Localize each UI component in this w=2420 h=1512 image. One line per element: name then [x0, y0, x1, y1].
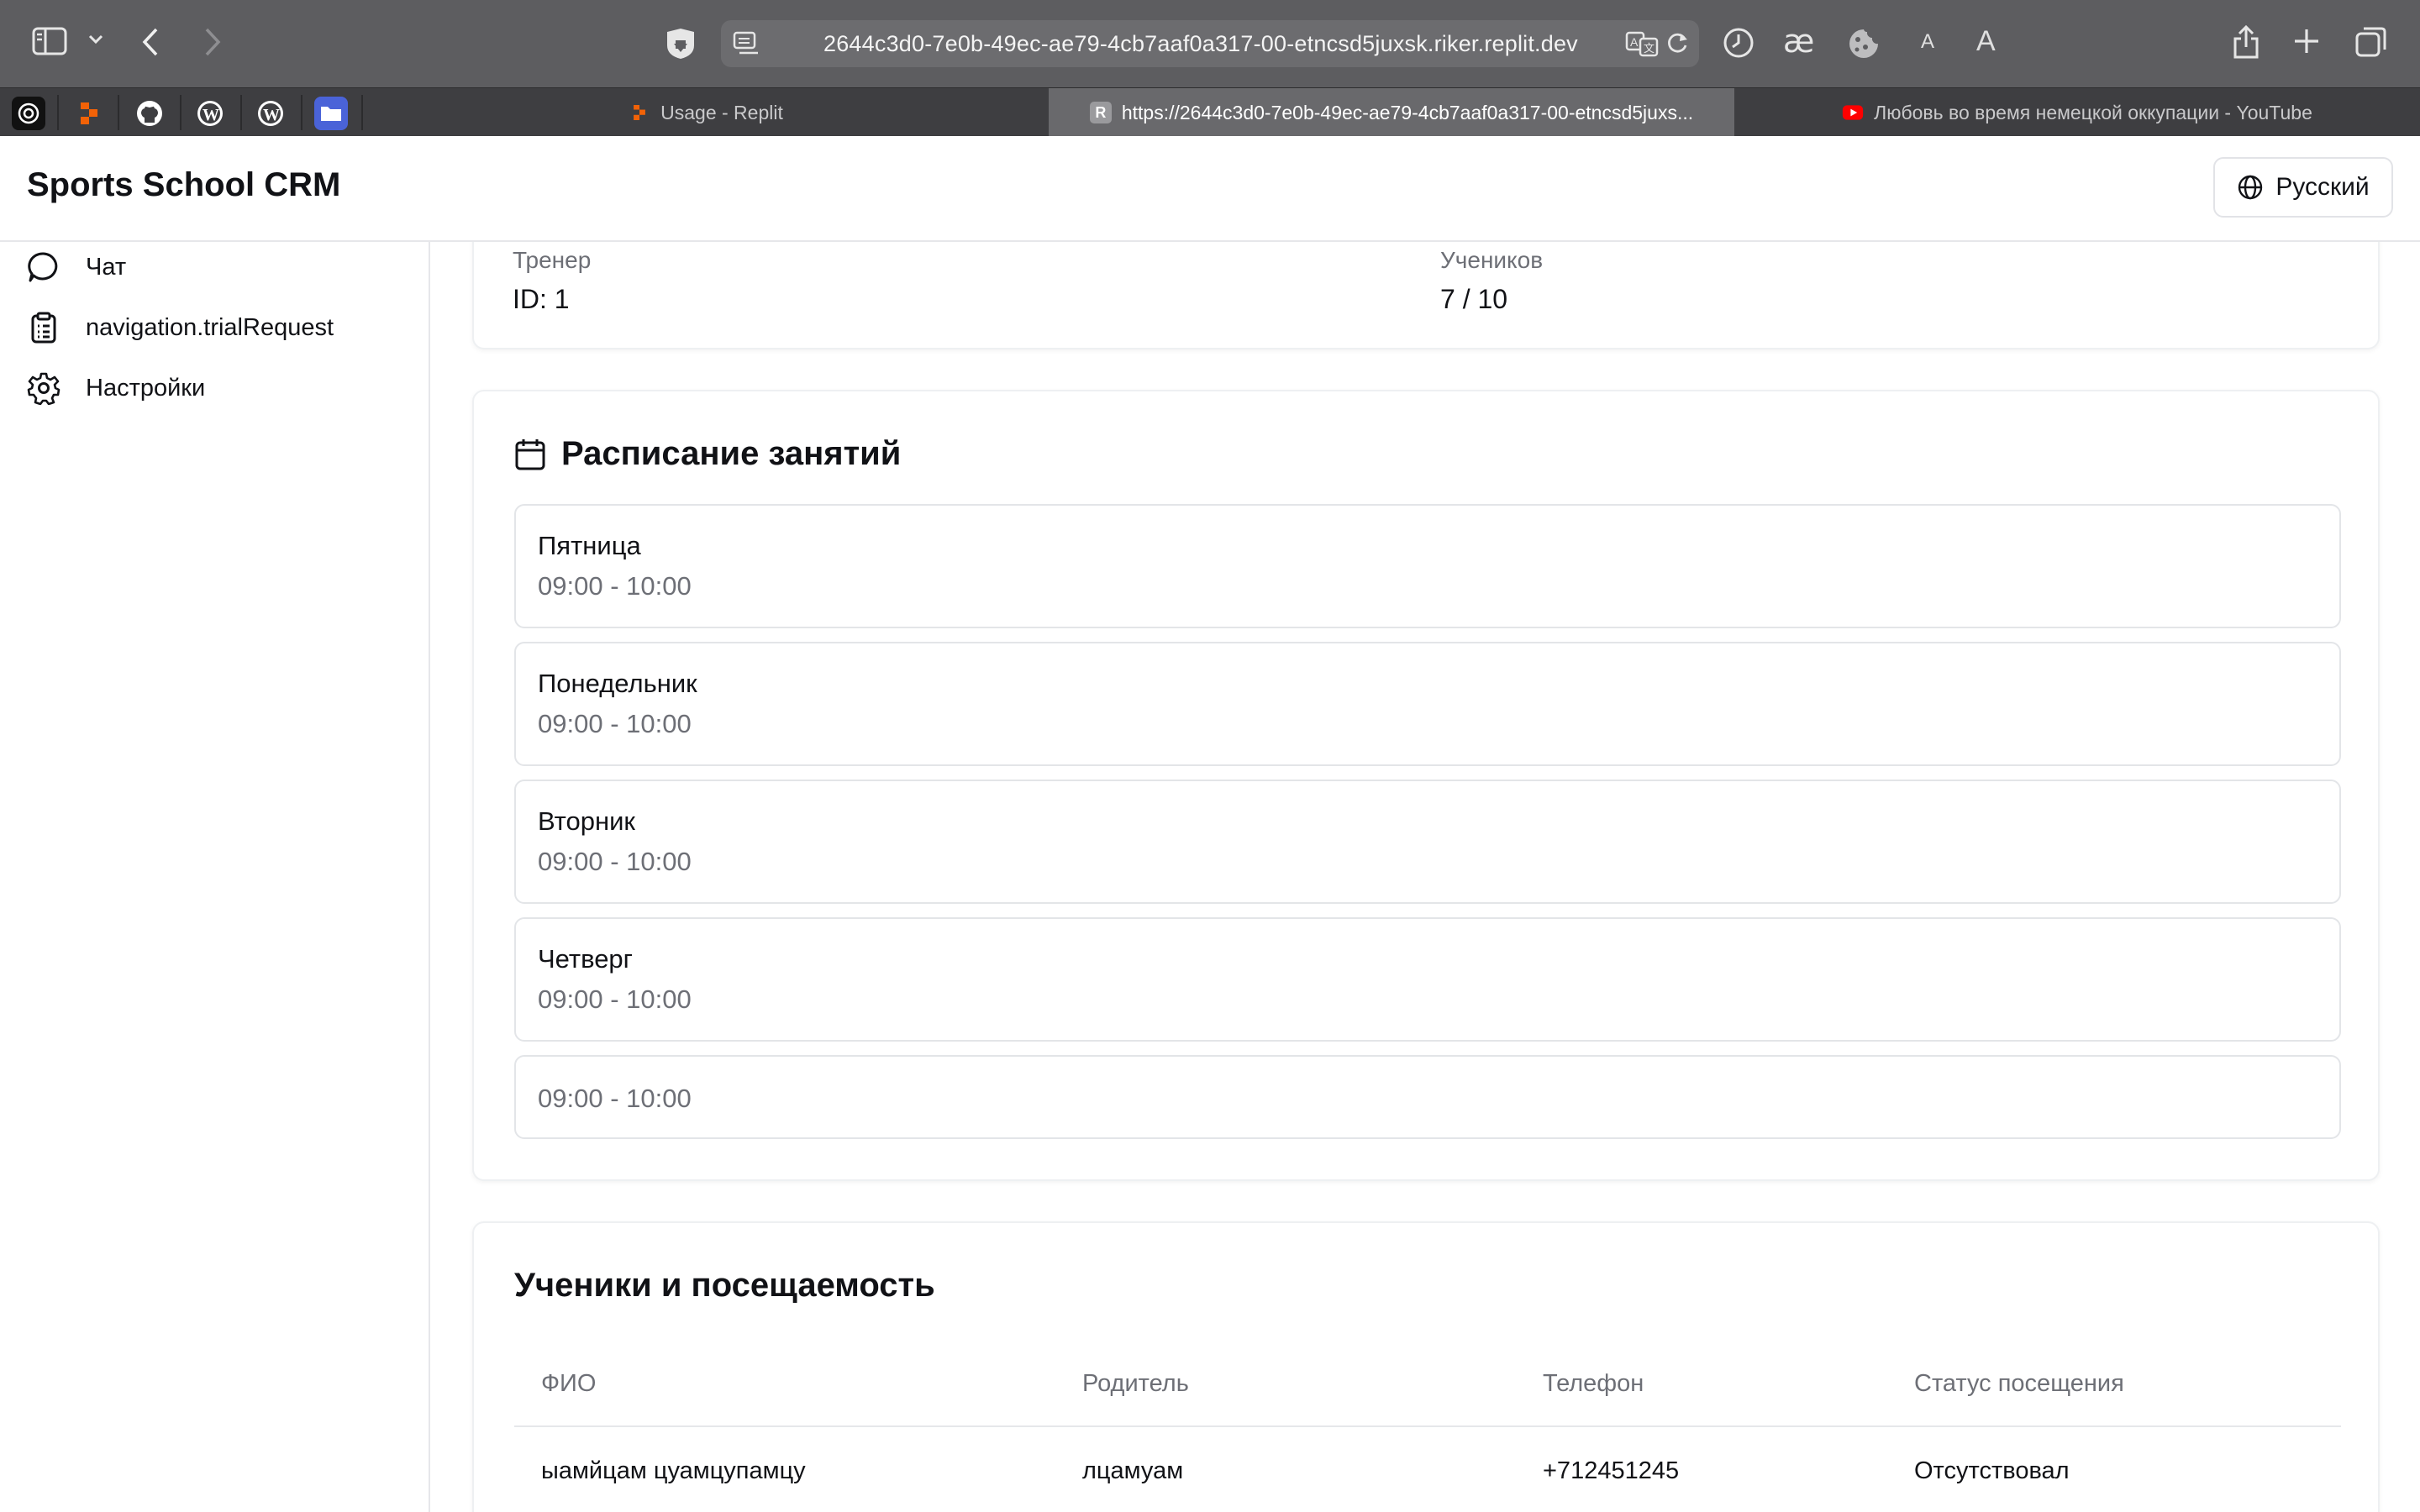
attendance-card: Ученики и посещаемость ФИО Родитель Теле…: [472, 1221, 2380, 1512]
column-header-parent: Родитель: [1055, 1342, 1516, 1427]
tab-youtube[interactable]: Любовь во время немецкой оккупации - You…: [1734, 88, 2420, 137]
reload-icon[interactable]: [1665, 32, 1689, 55]
slot-time: 09:00 - 10:00: [538, 709, 692, 738]
translate-icon[interactable]: A文: [1625, 30, 1660, 57]
schedule-card: Расписание занятий Пятница 09:00 - 10:00…: [472, 390, 2380, 1181]
sidebar-item-label: navigation.trialRequest: [86, 313, 334, 341]
gear-icon: [27, 372, 60, 405]
schedule-slot: Вторник 09:00 - 10:00: [514, 780, 2341, 904]
phone-number: +712451245: [1516, 1426, 1887, 1512]
language-label: Русский: [2275, 173, 2370, 201]
page-menu-icon[interactable]: [733, 30, 761, 57]
svg-text:A: A: [1630, 35, 1639, 49]
chatgpt-favicon-icon[interactable]: [12, 97, 45, 130]
table-row[interactable]: ыамйцам цуамцупамцу лцамуам +712451245 О…: [514, 1426, 2341, 1512]
app-favicon-icon: R: [1089, 102, 1112, 123]
tab-replit-usage[interactable]: Usage - Replit: [363, 88, 1049, 137]
browser-toolbar: 2644c3d0-7e0b-49ec-ae79-4cb7aaf0a317-00-…: [0, 0, 2420, 87]
sidebar-item-chat[interactable]: Чат: [27, 245, 126, 289]
column-header-phone: Телефон: [1516, 1342, 1887, 1427]
parent-name: лцамуам: [1055, 1426, 1516, 1512]
students-count-label: Учеников: [1440, 247, 1544, 273]
new-tab-icon[interactable]: [2292, 27, 2321, 55]
forward-icon[interactable]: [203, 27, 222, 57]
column-header-name: ФИО: [514, 1342, 1055, 1427]
sidebar-item-label: Настройки: [86, 374, 206, 402]
sidebar-item-label: Чат: [86, 253, 127, 281]
chat-icon: [28, 252, 58, 282]
main-content: Тренер ID: 1 Учеников 7 / 10 Расписание …: [432, 242, 2420, 1512]
clipboard-icon: [31, 312, 56, 344]
replit-favicon-icon[interactable]: [72, 97, 106, 130]
ae-extension-icon[interactable]: æ: [1783, 25, 1820, 59]
slot-time: 09:00 - 10:00: [538, 984, 692, 1014]
schedule-title-text: Расписание занятий: [561, 435, 902, 472]
students-count-value: 7 / 10: [1440, 284, 1508, 314]
shield-icon[interactable]: [664, 27, 697, 60]
slot-day: Пятница: [538, 531, 641, 560]
student-name: ыамйцам цуамцупамцу: [514, 1426, 1055, 1512]
slot-day: Четверг: [538, 944, 633, 974]
group-info-card: Тренер ID: 1 Учеников 7 / 10: [472, 242, 2380, 349]
attendance-status[interactable]: Отсутствовал: [1887, 1426, 2341, 1512]
folder-favicon-icon[interactable]: [314, 97, 348, 130]
slot-day: Вторник: [538, 806, 635, 836]
history-icon[interactable]: [1723, 27, 1754, 59]
font-increase-button[interactable]: A: [1976, 25, 1996, 58]
tab-label: Любовь во время немецкой оккупации - You…: [1874, 101, 2312, 123]
svg-text:W: W: [263, 106, 280, 124]
github-favicon-icon[interactable]: [133, 97, 166, 130]
url-text[interactable]: 2644c3d0-7e0b-49ec-ae79-4cb7aaf0a317-00-…: [823, 20, 1578, 67]
trainer-label: Тренер: [513, 247, 592, 273]
schedule-title: Расписание занятий: [514, 435, 901, 473]
slot-time: 09:00 - 10:00: [538, 847, 692, 876]
svg-text:文: 文: [1644, 43, 1655, 55]
tab-bar: W W Usage - Replit R https://2644c3d0-7e…: [0, 87, 2420, 137]
tab-label: Usage - Replit: [660, 101, 783, 123]
sidebar-item-trial-request[interactable]: navigation.trialRequest: [27, 306, 334, 349]
students-table: ФИО Родитель Телефон Статус посещения ыа…: [514, 1342, 2341, 1512]
back-icon[interactable]: [141, 27, 160, 57]
share-icon[interactable]: [2232, 24, 2260, 60]
app-title: Sports School CRM: [27, 166, 341, 203]
schedule-slot: Понедельник 09:00 - 10:00: [514, 642, 2341, 766]
slot-time: 09:00 - 10:00: [538, 1084, 692, 1113]
schedule-slot: Четверг 09:00 - 10:00: [514, 917, 2341, 1042]
cookie-icon[interactable]: [1847, 27, 1881, 60]
attendance-title: Ученики и посещаемость: [514, 1267, 935, 1304]
calendar-icon: [515, 438, 545, 470]
tab-label: https://2644c3d0-7e0b-49ec-ae79-4cb7aaf0…: [1121, 101, 1694, 123]
trainer-value: ID: 1: [513, 284, 570, 314]
app-header: Sports School CRM Русский: [0, 136, 2420, 242]
sidebar-toggle-icon[interactable]: [32, 27, 67, 55]
replit-favicon-icon: [629, 102, 650, 123]
table-header-row: ФИО Родитель Телефон Статус посещения: [514, 1342, 2341, 1427]
tab-overview-icon[interactable]: [2354, 25, 2388, 59]
font-decrease-button[interactable]: A: [1921, 30, 1934, 54]
wordpress-favicon-icon[interactable]: W: [193, 97, 227, 130]
svg-text:æ: æ: [1783, 25, 1814, 59]
globe-icon: [2238, 175, 2263, 200]
tab-current-app[interactable]: R https://2644c3d0-7e0b-49ec-ae79-4cb7aa…: [1049, 88, 1734, 137]
address-bar[interactable]: 2644c3d0-7e0b-49ec-ae79-4cb7aaf0a317-00-…: [721, 20, 1699, 67]
chevron-down-icon[interactable]: [87, 34, 104, 45]
schedule-slot: 09:00 - 10:00: [514, 1055, 2341, 1139]
language-switcher-button[interactable]: Русский: [2213, 157, 2393, 218]
svg-text:W: W: [203, 106, 219, 124]
wordpress-favicon-icon[interactable]: W: [254, 97, 287, 130]
slot-time: 09:00 - 10:00: [538, 571, 692, 601]
youtube-favicon-icon: [1842, 102, 1864, 123]
sidebar-item-settings[interactable]: Настройки: [27, 366, 205, 410]
schedule-slot: Пятница 09:00 - 10:00: [514, 504, 2341, 628]
slot-day: Понедельник: [538, 669, 697, 698]
column-header-status: Статус посещения: [1887, 1342, 2341, 1427]
sidebar: Чат navigation.trialRequest Настройки: [0, 242, 430, 1512]
